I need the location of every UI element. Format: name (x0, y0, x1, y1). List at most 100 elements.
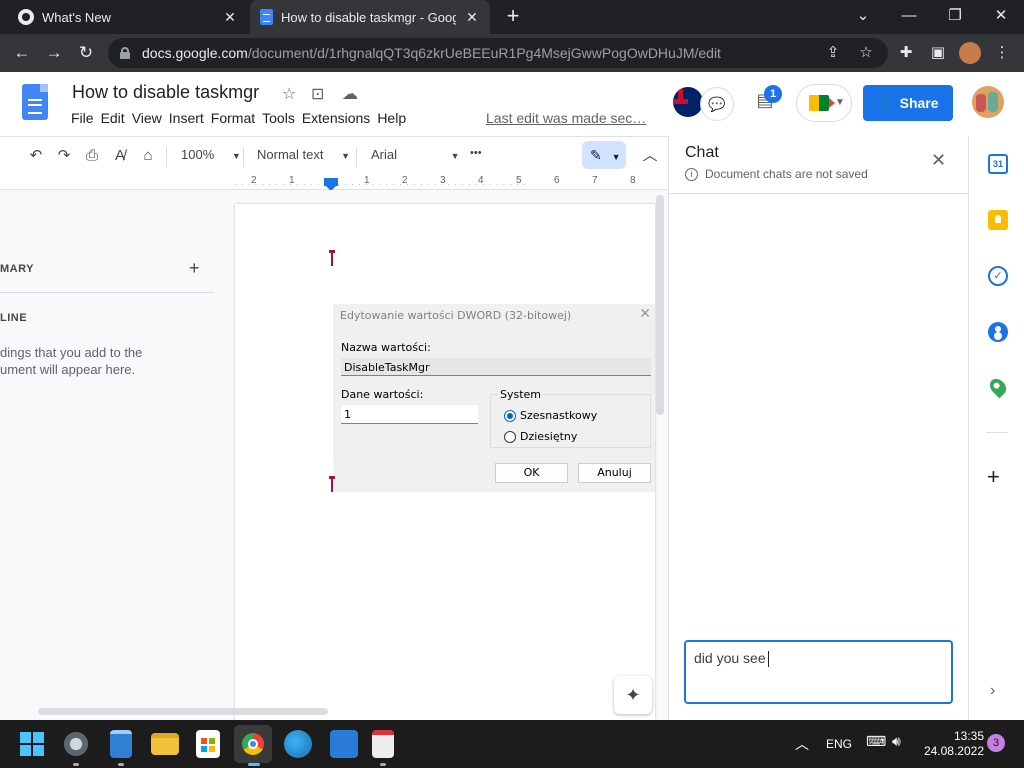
menu-insert[interactable]: Insert (169, 110, 211, 126)
minimize-button[interactable]: — (886, 0, 932, 34)
menu-edit[interactable]: Edit (101, 110, 132, 126)
volume-icon[interactable]: 🔊︎ (892, 733, 901, 750)
tab-whats-new[interactable]: What's New ✕ (8, 0, 248, 34)
account-avatar[interactable] (972, 86, 1004, 118)
network-icon[interactable]: ⌨ (866, 733, 886, 750)
menu-view[interactable]: View (132, 110, 169, 126)
tab-search-icon[interactable]: ⌄ (840, 0, 886, 34)
keep-icon[interactable] (988, 210, 1008, 230)
radio-selected-icon (504, 409, 516, 422)
active-indicator (248, 763, 260, 766)
font-select[interactable]: Arial ▼ (371, 147, 460, 162)
lock-icon (120, 47, 130, 59)
clock-time: 13:35 (953, 729, 984, 743)
docs-logo-icon[interactable] (22, 84, 48, 120)
restore-button[interactable]: ❐ (932, 0, 978, 34)
menu-extensions[interactable]: Extensions (302, 110, 377, 126)
font-value: Arial (371, 147, 398, 162)
screen: { "browser": { "tabs": [ {"title": "What… (0, 0, 1024, 768)
star-icon[interactable]: ☆ (282, 84, 296, 104)
url-input[interactable]: docs.google.com/document/d/1rhgnalqQT3q6… (108, 38, 888, 68)
paint-format-icon[interactable]: ⌂ (138, 145, 158, 167)
file-explorer-icon[interactable] (151, 733, 179, 755)
menu-help[interactable]: Help (377, 110, 413, 126)
get-addons-icon[interactable]: + (987, 464, 1000, 490)
cloud-saved-icon[interactable]: ☁ (342, 84, 358, 104)
close-window-button[interactable]: ✕ (978, 0, 1024, 34)
zoom-value: 100% (181, 147, 215, 162)
share-page-icon[interactable]: ⇪ (822, 42, 844, 64)
summary-heading: MARY (0, 263, 34, 275)
vertical-scrollbar[interactable] (656, 195, 664, 415)
side-panel-icon[interactable]: ▣ (927, 42, 949, 64)
reload-icon[interactable]: ↻ (72, 40, 100, 66)
chevron-down-icon: ▼ (835, 97, 845, 108)
redo-icon[interactable]: ↷ (54, 145, 74, 167)
chevron-right-icon[interactable]: › (990, 682, 995, 700)
outline-heading: LINE (0, 312, 28, 324)
settings-gear-icon[interactable] (62, 730, 90, 758)
last-edit-link[interactable]: Last edit was made sec… (486, 110, 646, 126)
calendar-icon[interactable]: 31 (988, 154, 1008, 174)
menu-format[interactable]: Format (211, 110, 262, 126)
chrome-taskbar-button[interactable] (234, 725, 272, 763)
share-button[interactable]: 👤 Share (863, 85, 953, 121)
url-path: /document/d/1rhgnalqQT3q6zkrUeBEEuR1Pg4M… (247, 45, 721, 61)
registry-dialog-image[interactable]: Edytowanie wartości DWORD (32-bitowej) ✕… (333, 304, 655, 492)
print-icon[interactable]: ⎙ (82, 145, 102, 167)
close-icon[interactable]: ✕ (931, 150, 946, 171)
notepad-icon[interactable] (110, 730, 132, 758)
contacts-icon[interactable] (988, 322, 1008, 342)
indent-marker[interactable] (324, 178, 338, 191)
spellcheck-icon[interactable]: A̸ (110, 145, 130, 167)
more-menu-icon[interactable]: ⋮ (991, 42, 1013, 64)
chat-input[interactable]: did you see (684, 640, 953, 704)
document-canvas: MARY + LINE dings that you add to the um… (0, 190, 668, 724)
maps-icon[interactable] (986, 375, 1010, 399)
menu-tools[interactable]: Tools (262, 110, 302, 126)
tab-docs[interactable]: How to disable taskmgr - Google ✕ (250, 0, 490, 34)
chevron-up-icon[interactable]: ︿ (795, 734, 809, 754)
document-title[interactable]: How to disable taskmgr (72, 82, 259, 103)
editing-mode-button[interactable]: ✎ ▼ (582, 141, 626, 169)
bookmark-star-icon[interactable]: ☆ (855, 42, 877, 64)
docs-favicon-icon (260, 9, 273, 25)
new-tab-button[interactable]: + (500, 4, 526, 30)
add-summary-icon[interactable]: + (189, 258, 200, 279)
move-folder-icon[interactable]: ⊡ (311, 84, 324, 104)
tasks-icon[interactable]: ✓ (988, 266, 1008, 286)
windows-start-icon[interactable] (20, 732, 44, 756)
chat-title: Chat (685, 144, 719, 161)
collaborator-cursor (329, 476, 335, 492)
ruler-label: 6 (554, 175, 560, 186)
profile-avatar[interactable] (959, 42, 981, 64)
zoom-select[interactable]: 100% ▼ (181, 147, 241, 162)
notification-badge[interactable]: 3 (987, 734, 1005, 752)
store-icon[interactable] (196, 730, 220, 758)
app-icon[interactable] (330, 730, 358, 758)
collapse-menus-icon[interactable]: ︿ (640, 145, 660, 167)
network-globe-icon[interactable] (284, 730, 312, 758)
chat-note-text: Document chats are not saved (705, 167, 868, 181)
snipping-icon[interactable] (372, 730, 394, 758)
chat-icon[interactable]: 💬 (700, 87, 734, 121)
pencil-icon: ✎ (590, 147, 602, 163)
collaborator-avatar[interactable] (673, 87, 703, 117)
menu-file[interactable]: File (71, 110, 101, 126)
radio-empty-icon (504, 430, 516, 443)
back-icon[interactable]: ← (8, 40, 36, 66)
clock[interactable]: 13:35 24.08.2022 (920, 729, 984, 759)
horizontal-scrollbar[interactable] (38, 708, 328, 715)
style-select[interactable]: Normal text ▼ (257, 147, 350, 162)
more-options-icon[interactable]: ••• (470, 147, 482, 159)
meet-button[interactable]: ▼ (796, 84, 852, 122)
extensions-icon[interactable]: ✚ (895, 42, 917, 64)
undo-icon[interactable]: ↶ (26, 145, 46, 167)
explore-icon[interactable]: ✦ (614, 676, 652, 714)
forward-icon[interactable]: → (40, 40, 68, 66)
tab-close-icon[interactable]: ✕ (222, 9, 238, 26)
tab-close-icon[interactable]: ✕ (464, 9, 480, 26)
document-page[interactable]: Edytowanie wartości DWORD (32-bitowej) ✕… (235, 204, 655, 724)
language-indicator[interactable]: ENG (826, 737, 852, 751)
tab-title: How to disable taskmgr - Google (281, 9, 456, 25)
